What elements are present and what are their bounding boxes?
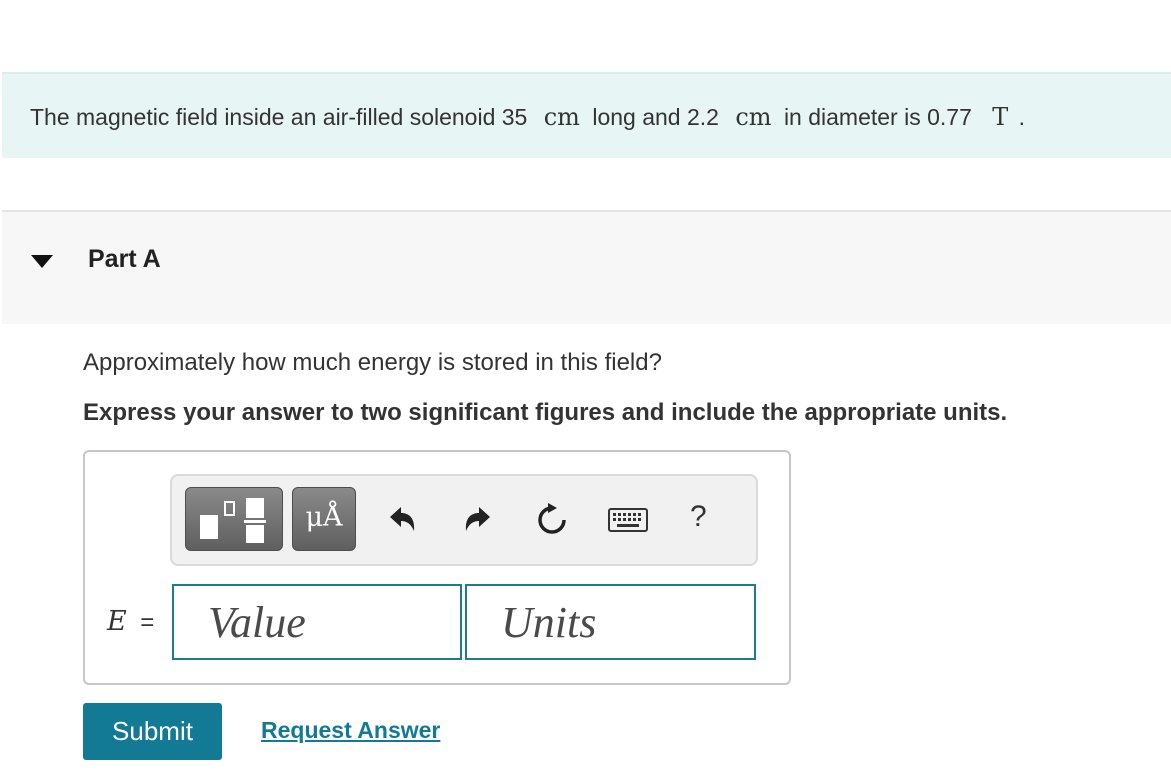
unit-diameter: cm	[735, 103, 772, 131]
redo-button[interactable]	[458, 498, 498, 542]
value-input[interactable]	[174, 586, 460, 658]
templates-button[interactable]	[185, 487, 283, 551]
problem-text-1: The magnetic field inside an air-filled …	[30, 104, 528, 130]
part-header[interactable]: Part A	[2, 210, 1171, 324]
units-button[interactable]: μÅ	[292, 487, 356, 551]
undo-icon	[390, 507, 415, 531]
keyboard-icon	[608, 508, 648, 532]
keyboard-button[interactable]	[606, 498, 650, 542]
problem-statement: The magnetic field inside an air-filled …	[2, 72, 1171, 158]
unit-field: T	[992, 103, 1009, 131]
reset-button[interactable]	[532, 498, 572, 542]
problem-text-3: in diameter is 0.77	[783, 104, 972, 130]
unit-length: cm	[543, 103, 580, 131]
value-field[interactable]	[172, 584, 462, 660]
help-button[interactable]: ?	[690, 500, 707, 534]
collapse-caret-icon[interactable]	[31, 255, 53, 268]
equals-sign: =	[140, 609, 155, 636]
request-answer-link[interactable]: Request Answer	[261, 717, 440, 744]
answer-box: μÅ ? E = Value Units	[83, 450, 791, 685]
units-input[interactable]	[467, 586, 754, 658]
redo-icon	[465, 507, 490, 531]
answer-variable-label: E =	[107, 606, 154, 637]
problem-text-2: long and 2.2	[592, 104, 719, 130]
units-button-label: μÅ	[305, 502, 343, 533]
problem-period: .	[1018, 104, 1026, 130]
part-title: Part A	[88, 245, 161, 273]
question-text: Approximately how much energy is stored …	[83, 349, 662, 376]
templates-icon	[200, 498, 266, 543]
variable-symbol: E	[107, 606, 127, 637]
undo-button[interactable]	[382, 498, 422, 542]
math-toolbar: μÅ ?	[170, 474, 758, 566]
submit-button[interactable]: Submit	[83, 703, 222, 760]
reset-icon	[538, 503, 566, 534]
problem-text: The magnetic field inside an air-filled …	[30, 103, 1025, 131]
units-field[interactable]	[465, 584, 756, 660]
instruction-text: Express your answer to two significant f…	[83, 399, 1008, 426]
